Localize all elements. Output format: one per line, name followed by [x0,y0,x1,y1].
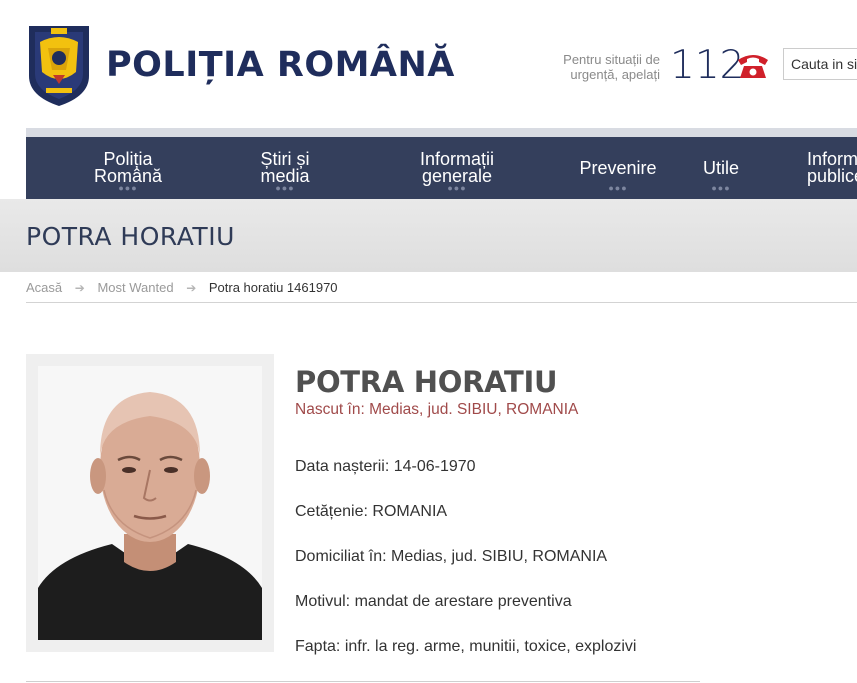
field-label: Fapta: [295,638,341,655]
emergency-number[interactable]: 112 [670,44,744,88]
field-value: infr. la reg. arme, munitii, toxice, exp… [344,638,637,655]
field-birth-date: Data nașterii: 14-06-1970 [295,457,476,476]
nav-item-prevenire[interactable]: Prevenire ●●● [573,137,663,199]
nav-item-politia-romana[interactable]: Poliția Română ●●● [86,137,170,199]
nav-item-stiri-media[interactable]: Știri și media ●●● [242,137,328,199]
breadcrumb: Acasă ➔ Most Wanted ➔ Potra horatiu 1461… [26,280,338,296]
arrow-right-icon: ➔ [74,281,85,295]
nav-item-utile[interactable]: Utile ●●● [691,137,751,199]
breadcrumb-most-wanted[interactable]: Most Wanted [97,280,173,295]
field-label: Motivul: [295,593,351,610]
emergency-info: Pentru situații de urgență, apelați [540,52,660,82]
phone-icon [738,55,768,78]
field-value: mandat de arestare preventiva [354,593,572,610]
content-divider [26,681,700,682]
birthplace: Nascut în: Medias, jud. SIBIU, ROMANIA [295,401,579,418]
person-name: POTRA HORATIU [295,365,558,399]
breadcrumb-divider [26,302,857,303]
field-domicile: Domiciliat în: Medias, jud. SIBIU, ROMAN… [295,547,607,566]
breadcrumb-current: Potra horatiu 1461970 [208,280,338,295]
nav-top-border [26,128,857,137]
suspect-photo [38,366,262,640]
field-value: ROMANIA [372,503,448,520]
field-label: Data nașterii: [295,458,390,475]
photo-frame [26,354,274,652]
breadcrumb-home[interactable]: Acasă [26,280,62,295]
nav-item-label: Utile [702,157,739,178]
nav-item-label: Informații publice [807,149,857,186]
emergency-text-line1: Pentru situații de [563,52,660,67]
field-reason: Motivul: mandat de arestare preventiva [295,592,572,611]
nav-item-label: Poliția Română [93,149,163,186]
field-value: 14-06-1970 [393,458,476,475]
field-offense: Fapta: infr. la reg. arme, munitii, toxi… [295,637,636,656]
nav-dots: ●●● [711,183,731,193]
nav-dots: ●●● [118,183,138,193]
field-citizenship: Cetățenie: ROMANIA [295,502,447,521]
main-navigation: Poliția Română ●●● Știri și media ●●● In… [26,137,857,199]
field-label: Cetățenie: [295,503,368,520]
nav-item-label: Prevenire [579,157,657,178]
nav-dots: ●●● [447,183,467,193]
field-value: Medias, jud. SIBIU, ROMANIA [391,548,608,565]
nav-item-label: Știri și media [260,149,310,186]
site-title[interactable]: POLIȚIA ROMÂNĂ [106,40,455,90]
arrow-right-icon: ➔ [186,281,197,295]
nav-dots: ●●● [275,183,295,193]
nav-item-informatii-generale[interactable]: Informații generale ●●● [407,137,507,199]
suspect-portrait-image [38,366,262,640]
nav-dots: ●●● [608,183,628,193]
page-title: POTRA HORATIU [26,222,235,251]
page-banner: POTRA HORATIU [0,199,857,272]
site-header: POLIȚIA ROMÂNĂ Pentru situații de urgenț… [0,0,857,128]
emergency-text-line2: urgență, apelați [570,67,660,82]
search-input[interactable] [783,48,857,80]
field-label: Domiciliat în: [295,548,387,565]
nav-item-label: Informații generale [419,149,495,186]
nav-item-informatii-publice[interactable]: Informații publice [807,137,857,199]
police-crest-icon[interactable] [26,20,92,108]
